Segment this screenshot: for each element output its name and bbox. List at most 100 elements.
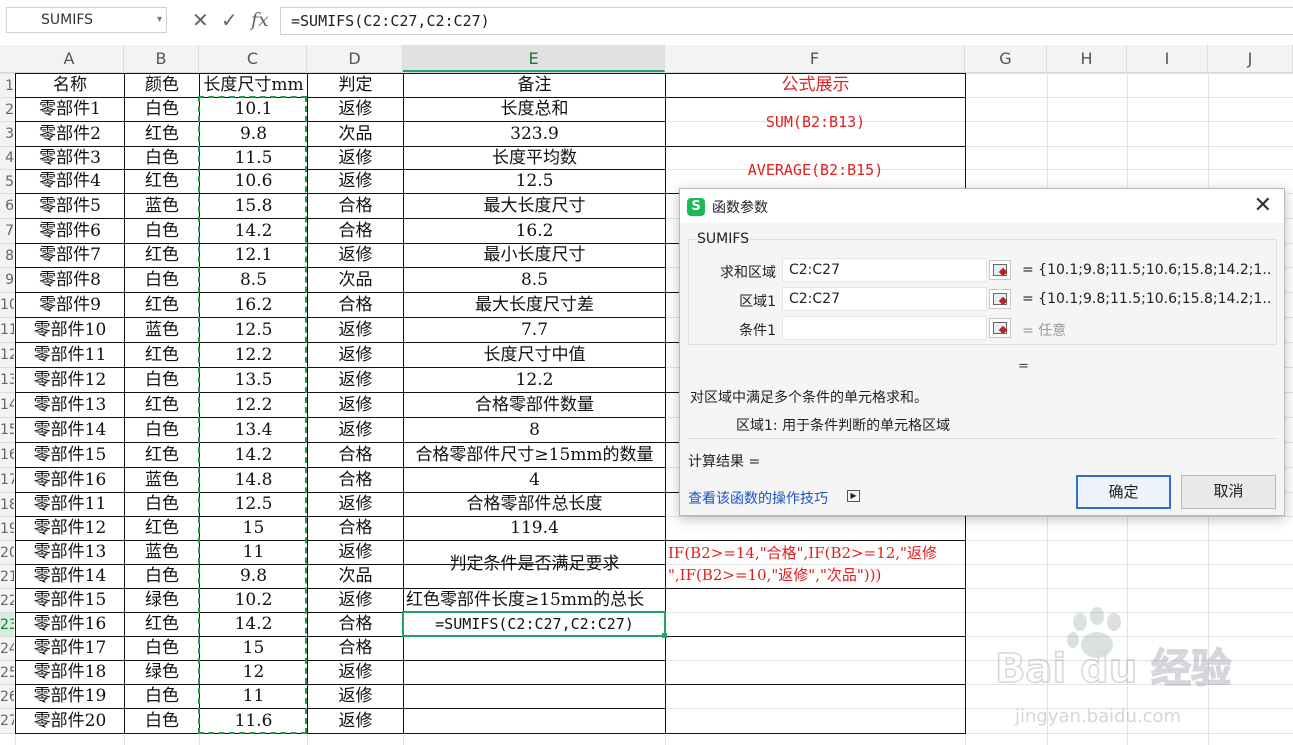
note-cell-merged[interactable]: 判定条件是否满足要求 xyxy=(404,541,665,588)
confirm-icon[interactable]: ✓ xyxy=(221,8,238,32)
note-cell[interactable]: 12.2 xyxy=(404,368,665,392)
note-cell[interactable]: 最小长度尺寸 xyxy=(404,244,665,267)
column-header-G[interactable]: G xyxy=(965,45,1047,72)
table-cell-name[interactable]: 零部件20 xyxy=(16,709,124,733)
table-cell-length[interactable]: 14.8 xyxy=(200,468,307,492)
table-cell-judge[interactable]: 返修 xyxy=(308,709,403,733)
table-cell-judge[interactable]: 返修 xyxy=(308,393,403,417)
table-cell-length[interactable]: 15 xyxy=(200,517,307,540)
table-cell-color[interactable]: 绿色 xyxy=(125,661,199,684)
table-cell-length[interactable]: 16.2 xyxy=(200,293,307,317)
table-cell-color[interactable]: 红色 xyxy=(125,244,199,267)
table-cell-judge[interactable]: 返修 xyxy=(308,244,403,267)
header-formula[interactable]: 公式展示 xyxy=(666,74,965,97)
table-cell-judge[interactable]: 返修 xyxy=(308,493,403,516)
table-cell-judge[interactable]: 合格 xyxy=(308,613,403,636)
table-cell-name[interactable]: 零部件16 xyxy=(16,468,124,492)
table-cell-color[interactable]: 绿色 xyxy=(125,589,199,612)
note-cell[interactable]: 长度平均数 xyxy=(404,147,665,169)
note-cell[interactable]: 合格零部件数量 xyxy=(404,393,665,417)
table-cell-judge[interactable]: 返修 xyxy=(308,343,403,367)
row-header-17[interactable]: 17 xyxy=(0,468,14,493)
table-cell-color[interactable]: 红色 xyxy=(125,293,199,317)
range1-input[interactable]: C2:C27 xyxy=(782,287,987,311)
table-cell-length[interactable]: 11 xyxy=(200,541,307,564)
row-header-13[interactable]: 13 xyxy=(0,368,14,393)
table-cell-name[interactable]: 零部件10 xyxy=(16,318,124,342)
table-cell-color[interactable]: 白色 xyxy=(125,268,199,292)
row-header-23[interactable]: 23 xyxy=(0,613,14,637)
note-cell[interactable]: 8.5 xyxy=(404,268,665,292)
fill-handle[interactable] xyxy=(662,633,667,638)
table-cell-name[interactable]: 零部件14 xyxy=(16,565,124,588)
name-box[interactable]: SUMIFS ▾ xyxy=(6,7,167,33)
table-cell-judge[interactable]: 返修 xyxy=(308,418,403,442)
table-cell-color[interactable]: 白色 xyxy=(125,493,199,516)
table-cell-color[interactable]: 蓝色 xyxy=(125,468,199,492)
table-cell-name[interactable]: 零部件3 xyxy=(16,147,124,169)
table-cell-name[interactable]: 零部件13 xyxy=(16,541,124,564)
table-cell-name[interactable]: 零部件13 xyxy=(16,393,124,417)
row-header-19[interactable]: 19 xyxy=(0,517,14,541)
column-header-J[interactable]: J xyxy=(1208,45,1293,72)
table-cell-judge[interactable]: 返修 xyxy=(308,661,403,684)
column-header-B[interactable]: B xyxy=(124,45,199,72)
criteria1-input[interactable] xyxy=(782,316,987,340)
table-cell-name[interactable]: 零部件11 xyxy=(16,493,124,516)
table-cell-length[interactable]: 10.2 xyxy=(200,589,307,612)
table-cell-judge[interactable]: 合格 xyxy=(308,517,403,540)
table-cell-length[interactable]: 9.8 xyxy=(200,122,307,146)
table-cell-color[interactable]: 红色 xyxy=(125,393,199,417)
video-icon[interactable]: ▶ xyxy=(847,490,860,502)
close-icon[interactable]: ✕ xyxy=(1254,193,1272,218)
formula-input[interactable]: =SUMIFS(C2:C27,C2:C27) xyxy=(280,7,1293,35)
table-cell-color[interactable]: 红色 xyxy=(125,343,199,367)
table-cell-color[interactable]: 白色 xyxy=(125,637,199,660)
table-cell-judge[interactable]: 返修 xyxy=(308,147,403,169)
row-header-20[interactable]: 20 xyxy=(0,541,14,565)
row-header-18[interactable]: 18 xyxy=(0,493,14,517)
table-cell-judge[interactable]: 合格 xyxy=(308,443,403,467)
row-header-22[interactable]: 22 xyxy=(0,589,14,613)
table-cell-length[interactable]: 10.6 xyxy=(200,170,307,193)
table-cell-judge[interactable]: 合格 xyxy=(308,468,403,492)
table-cell-name[interactable]: 零部件6 xyxy=(16,219,124,243)
table-cell-name[interactable]: 零部件16 xyxy=(16,613,124,636)
help-link[interactable]: 查看该函数的操作技巧 xyxy=(688,488,828,508)
row-header-1[interactable]: 1 xyxy=(0,74,14,98)
column-header-F[interactable]: F xyxy=(665,45,965,72)
note-cell[interactable]: 最大长度尺寸差 xyxy=(404,293,665,317)
table-cell-length[interactable]: 12.1 xyxy=(200,244,307,267)
table-cell-length[interactable]: 11.6 xyxy=(200,709,307,733)
row-header-3[interactable]: 3 xyxy=(0,122,14,147)
header-note[interactable]: 备注 xyxy=(404,74,665,97)
row-header-7[interactable]: 7 xyxy=(0,219,14,244)
table-cell-judge[interactable]: 返修 xyxy=(308,541,403,564)
note-cell[interactable]: 最大长度尺寸 xyxy=(404,194,665,218)
row-header-11[interactable]: 11 xyxy=(0,318,14,343)
note-cell[interactable]: 长度总和 xyxy=(404,98,665,121)
table-cell-judge[interactable]: 合格 xyxy=(308,293,403,317)
table-cell-length[interactable]: 13.5 xyxy=(200,368,307,392)
table-cell-length[interactable]: 11.5 xyxy=(200,147,307,169)
table-cell-judge[interactable]: 返修 xyxy=(308,170,403,193)
row-header-12[interactable]: 12 xyxy=(0,343,14,368)
column-header-C[interactable]: C xyxy=(199,45,307,72)
header-name[interactable]: 名称 xyxy=(16,74,124,97)
table-cell-name[interactable]: 零部件2 xyxy=(16,122,124,146)
range-picker-button[interactable] xyxy=(989,289,1011,309)
table-cell-name[interactable]: 零部件19 xyxy=(16,685,124,708)
table-cell-judge[interactable]: 返修 xyxy=(308,685,403,708)
row-header-5[interactable]: 5 xyxy=(0,170,14,194)
table-cell-length[interactable]: 11 xyxy=(200,685,307,708)
header-judge[interactable]: 判定 xyxy=(308,74,403,97)
table-cell-color[interactable]: 红色 xyxy=(125,443,199,467)
table-cell-color[interactable]: 白色 xyxy=(125,98,199,121)
formula-cell-if[interactable]: IF(B2>=14,"合格",IF(B2>=12,"返修 ",IF(B2>=10,… xyxy=(668,542,963,587)
column-header-I[interactable]: I xyxy=(1127,45,1208,72)
table-cell-name[interactable]: 零部件8 xyxy=(16,268,124,292)
table-cell-color[interactable]: 白色 xyxy=(125,709,199,733)
table-cell-color[interactable]: 白色 xyxy=(125,418,199,442)
table-cell-color[interactable]: 红色 xyxy=(125,613,199,636)
row-header-2[interactable]: 2 xyxy=(0,98,14,122)
